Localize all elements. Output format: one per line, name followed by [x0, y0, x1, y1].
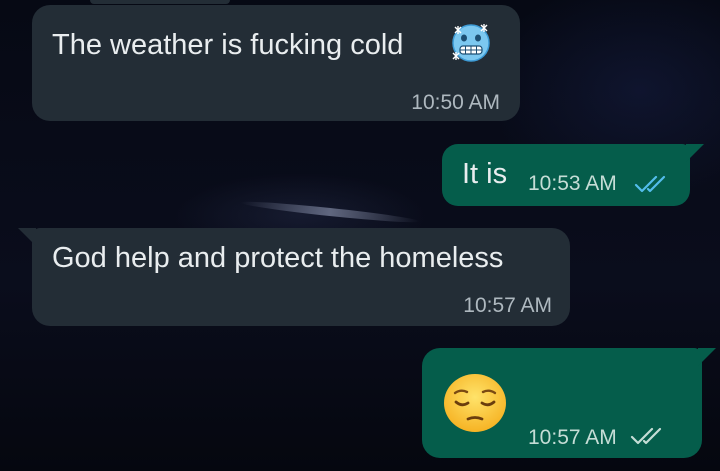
outgoing-message-bubble[interactable]: 10:57 AM: [422, 348, 716, 458]
double-check-read-icon: [634, 174, 670, 194]
pensive-face-emoji: [442, 372, 508, 439]
bubble-tail: [18, 228, 36, 246]
message-timestamp: 10:53 AM: [528, 172, 617, 195]
message-timestamp: 10:50 AM: [411, 91, 500, 114]
previous-message-edge: [90, 0, 230, 4]
cold-face-emoji: [451, 23, 491, 68]
incoming-message-bubble[interactable]: The weather is fucking cold 10:50 AM: [32, 5, 520, 121]
bubble-tail: [698, 348, 716, 366]
message-timestamp: 10:57 AM: [528, 426, 617, 449]
message-text: God help and protect the homeless: [52, 242, 504, 274]
incoming-message-bubble[interactable]: God help and protect the homeless 10:57 …: [18, 228, 570, 326]
double-check-delivered-icon: [630, 426, 666, 446]
message-timestamp: 10:57 AM: [463, 294, 552, 317]
message-text: The weather is fucking cold: [52, 29, 404, 61]
message-text: It is: [462, 158, 508, 190]
outgoing-message-bubble[interactable]: It is 10:53 AM: [442, 144, 704, 206]
bubble-tail: [686, 144, 704, 162]
